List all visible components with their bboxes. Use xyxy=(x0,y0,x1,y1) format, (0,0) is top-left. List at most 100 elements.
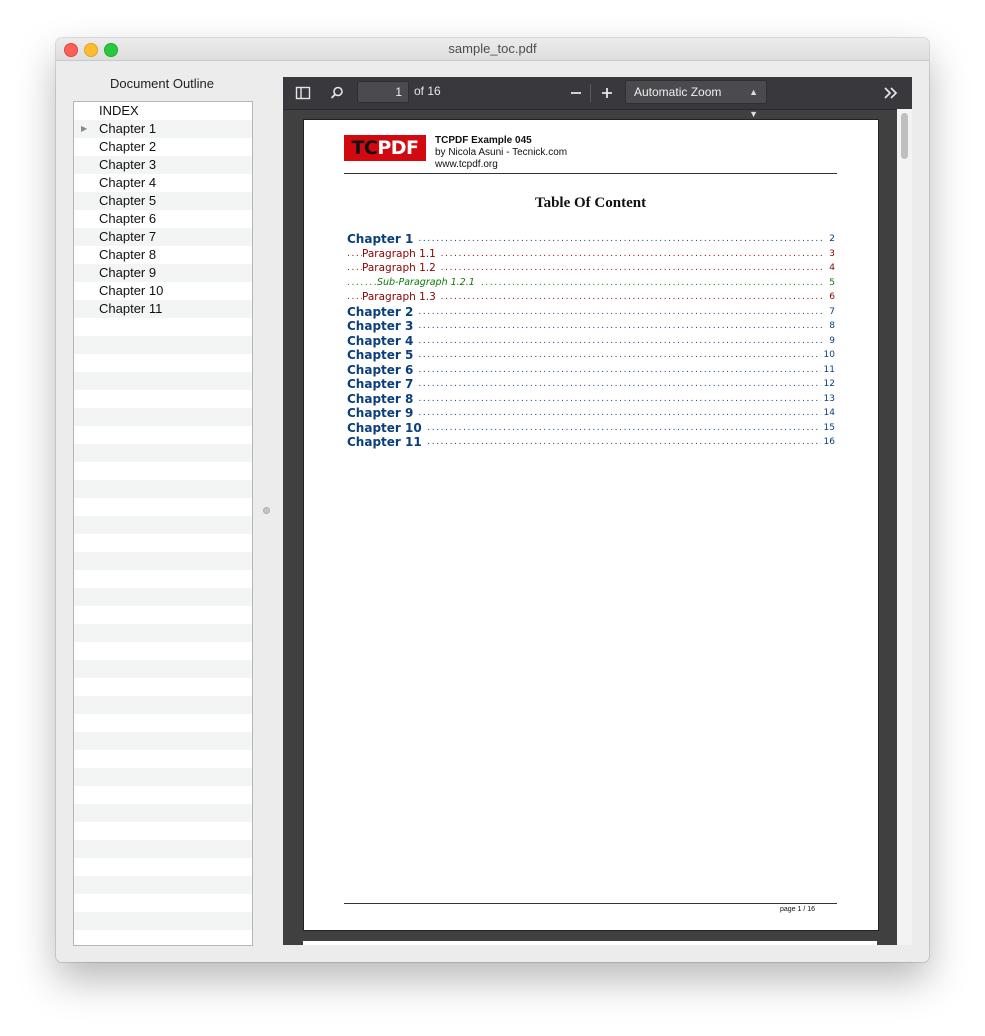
app-window: sample_toc.pdf Document Outline INDEX ▶ Ch… xyxy=(56,38,929,962)
page-footer: page 1 / 16 xyxy=(780,906,816,913)
toc-entry[interactable]: ........................................… xyxy=(344,304,837,319)
toc-entry-page: 6 xyxy=(826,290,835,305)
outline-item[interactable]: Chapter 2 xyxy=(74,138,252,156)
toc-entry[interactable]: ........................................… xyxy=(344,246,837,261)
outline-item[interactable]: Chapter 8 xyxy=(74,246,252,264)
toc-entry[interactable]: ........................................… xyxy=(344,290,837,305)
zoom-select-value: Automatic Zoom xyxy=(634,85,722,99)
next-pdf-page xyxy=(303,941,877,945)
outline-item-label: Chapter 9 xyxy=(99,265,157,280)
scrollbar-thumb[interactable] xyxy=(901,113,908,159)
vertical-scrollbar[interactable] xyxy=(897,109,912,945)
toc-entry-label: Sub-Paragraph 1.2.1 xyxy=(377,275,479,290)
toc-entry-page: 16 xyxy=(820,435,835,450)
toc-entry-label: Chapter 2 xyxy=(347,304,418,319)
toc-entry[interactable]: ........................................… xyxy=(344,391,837,406)
toc-entry[interactable]: ........................................… xyxy=(344,406,837,421)
toc-entry[interactable]: ........................................… xyxy=(344,261,837,276)
dot-leader: ........................................… xyxy=(347,364,823,375)
toc-entry[interactable]: ........................................… xyxy=(344,348,837,363)
outline-item[interactable]: Chapter 9 xyxy=(74,264,252,282)
outline-item-label: Chapter 7 xyxy=(99,229,157,244)
toc-entry-label: Paragraph 1.2 xyxy=(362,261,440,276)
toc-entry-label: Chapter 7 xyxy=(347,377,418,392)
toc-title: Table Of Content xyxy=(534,195,647,211)
toc-entry-page: 2 xyxy=(826,232,835,247)
zoom-window-button[interactable] xyxy=(104,43,118,57)
toc-entry[interactable]: ........................................… xyxy=(344,377,837,392)
toc-entry-page: 9 xyxy=(826,333,835,348)
toc-entry-page: 4 xyxy=(826,261,835,276)
dot-leader: ........................................… xyxy=(347,379,823,389)
search-icon[interactable] xyxy=(328,84,346,102)
disclosure-triangle-icon[interactable]: ▶ xyxy=(81,120,87,138)
outline-item[interactable]: Chapter 11 xyxy=(74,300,252,318)
zoom-select[interactable]: Automatic Zoom ▲ ▼ xyxy=(625,80,767,119)
outline-item[interactable]: Chapter 5 xyxy=(74,192,252,210)
toc-entry-page: 7 xyxy=(826,304,835,319)
toc-entry-page: 12 xyxy=(820,377,835,392)
toc-entry[interactable]: ........................................… xyxy=(344,435,837,450)
footer-rule xyxy=(344,903,837,904)
sidebar-toggle-icon[interactable] xyxy=(294,84,312,102)
minimize-window-button[interactable] xyxy=(84,43,98,57)
dot-leader: ........................................… xyxy=(347,408,823,418)
title-bar[interactable]: sample_toc.pdf xyxy=(56,38,929,61)
toc-entry-page: 3 xyxy=(826,246,835,261)
outline-item-label: Chapter 10 xyxy=(99,283,164,298)
outline-item[interactable]: INDEX xyxy=(74,102,252,120)
toc-entry-label: Chapter 5 xyxy=(347,348,418,363)
toc-entry-label: Chapter 11 xyxy=(347,435,426,450)
toc-entry-label: Chapter 6 xyxy=(347,362,418,377)
page-count-label: of 16 xyxy=(414,84,441,98)
toc-entry[interactable]: ........................................… xyxy=(344,333,837,348)
toc-entry-label: Chapter 1 xyxy=(347,232,418,247)
toolbar-separator xyxy=(590,84,591,102)
toc-entry[interactable]: ........................................… xyxy=(344,362,837,377)
outline-item[interactable]: Chapter 10 xyxy=(74,282,252,300)
outline-item[interactable]: Chapter 4 xyxy=(74,174,252,192)
pdf-page: TCPDF TCPDF Example 045 by Nicola Asuni … xyxy=(303,119,879,931)
toc-entry-page: 15 xyxy=(820,420,835,435)
toc-entry[interactable]: ........................................… xyxy=(344,275,837,290)
outline-item-label: Chapter 3 xyxy=(99,157,157,172)
toc-entry-label: Chapter 8 xyxy=(347,391,418,406)
outline-item[interactable]: Chapter 6 xyxy=(74,210,252,228)
toc-entry-page: 5 xyxy=(826,275,835,290)
tools-icon[interactable] xyxy=(882,84,900,102)
page-number-input[interactable]: 1 xyxy=(357,81,409,103)
splitter-handle[interactable] xyxy=(263,507,270,514)
toc-entry-page: 14 xyxy=(820,406,835,421)
tcpdf-logo: TCPDF xyxy=(344,135,426,161)
pdf-viewer: 1 of 16 Automatic Zoom ▲ ▼ TCPDF TCPDF E… xyxy=(283,77,912,945)
toc-entry-page: 8 xyxy=(826,319,835,334)
toc-entry[interactable]: ........................................… xyxy=(344,420,837,435)
toc-entry-label: Chapter 4 xyxy=(347,333,418,348)
header-title: TCPDF Example 045 xyxy=(435,135,532,146)
header-author: by Nicola Asuni - Tecnick.com xyxy=(435,147,568,158)
dot-leader: ........................................… xyxy=(347,350,823,360)
toc-entry-page: 11 xyxy=(820,362,835,377)
outline-item[interactable]: Chapter 7 xyxy=(74,228,252,246)
outline-item-label: INDEX xyxy=(99,103,139,118)
outline-item-label: Chapter 5 xyxy=(99,193,157,208)
toc-entry[interactable]: ........................................… xyxy=(344,232,837,247)
close-window-button[interactable] xyxy=(64,43,78,57)
toc-entry-page: 13 xyxy=(820,391,835,406)
outline-item-label: Chapter 2 xyxy=(99,139,157,154)
toc-entry[interactable]: ........................................… xyxy=(344,319,837,334)
zoom-in-icon[interactable] xyxy=(598,84,616,102)
outline-item-label: Chapter 8 xyxy=(99,247,157,262)
dot-leader: ........................................… xyxy=(347,306,823,317)
outline-item[interactable]: ▶ Chapter 1 xyxy=(74,120,252,138)
toc-entry-label: Paragraph 1.3 xyxy=(362,290,440,305)
dot-leader: ........................................… xyxy=(347,335,823,346)
toc-entry-page: 10 xyxy=(820,348,835,363)
dot-leader: ........................................… xyxy=(347,234,823,244)
header-rule xyxy=(344,173,837,174)
zoom-out-icon[interactable] xyxy=(567,84,585,102)
page-header: TCPDF Example 045 by Nicola Asuni - Tecn… xyxy=(435,135,567,171)
viewer-toolbar: 1 of 16 Automatic Zoom ▲ ▼ xyxy=(283,77,912,119)
toc-entry-label: Paragraph 1.1 xyxy=(362,246,440,261)
outline-item[interactable]: Chapter 3 xyxy=(74,156,252,174)
